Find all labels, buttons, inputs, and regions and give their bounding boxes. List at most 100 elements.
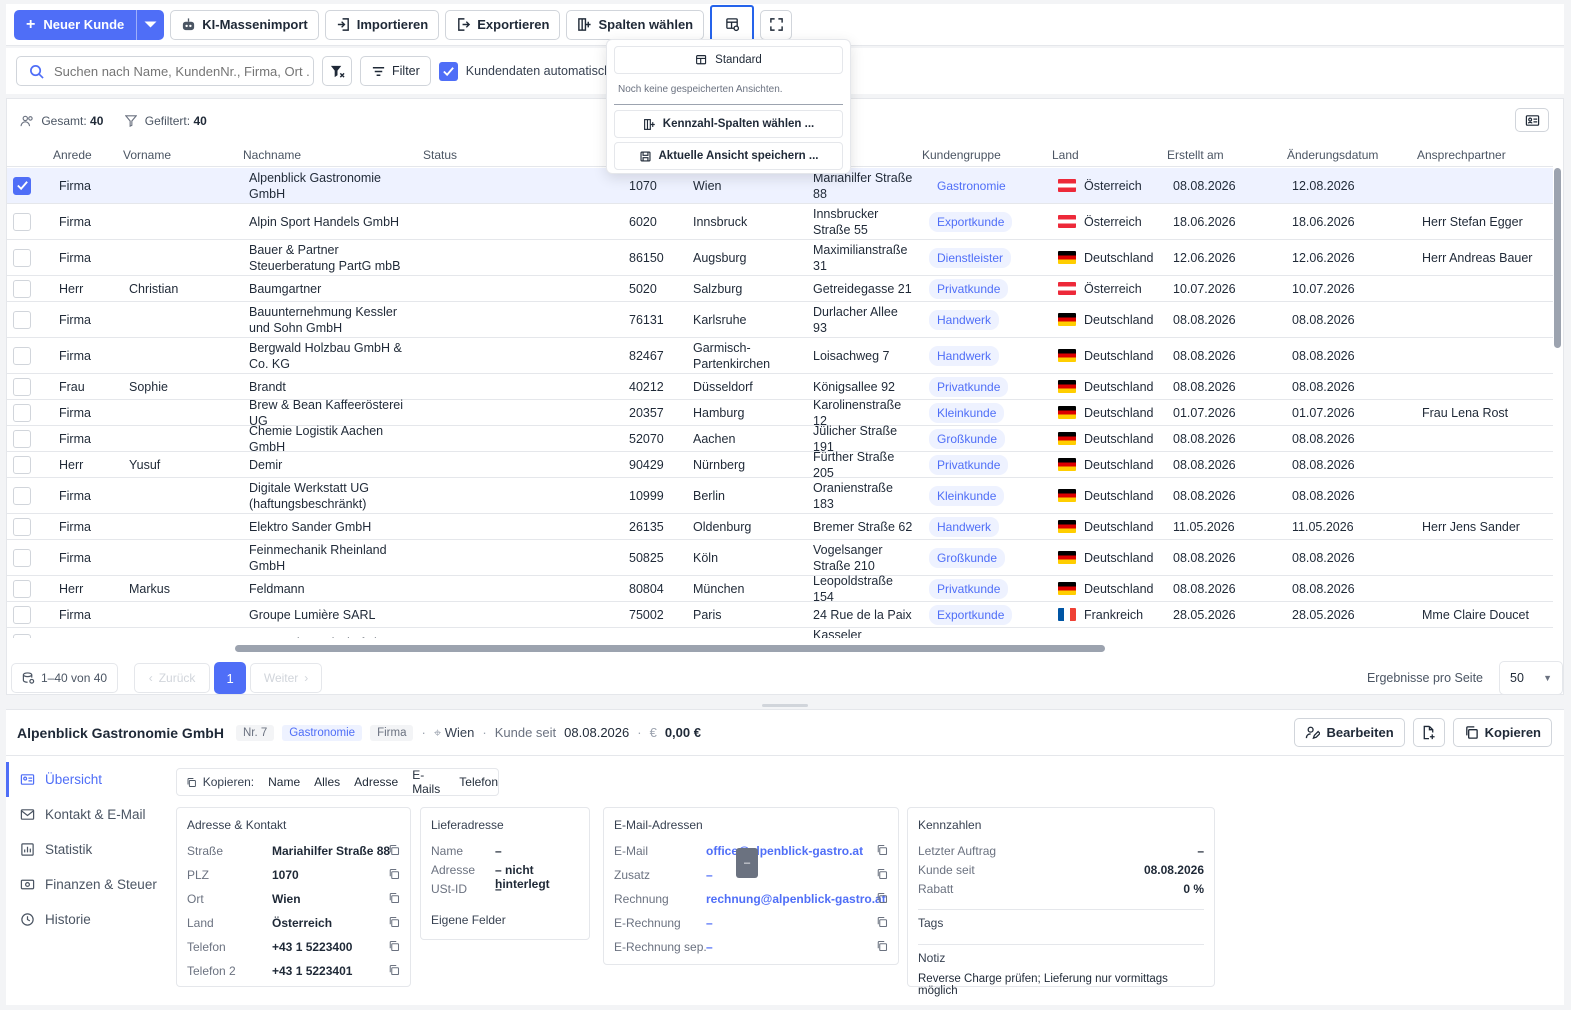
new-document-button[interactable] [1412, 718, 1445, 747]
table-row[interactable]: Firma Feinmechanik Rheinland GmbH 50825 Köl… [7, 540, 1553, 576]
table-row[interactable]: Firma Groupe Lumière SARL 75002 Paris 24 Rue… [7, 602, 1553, 628]
copy-field-button[interactable] [388, 892, 400, 907]
copy-icon[interactable] [388, 940, 400, 952]
nav-contact-email[interactable]: Kontakt & E-Mail [6, 797, 166, 832]
row-checkbox[interactable] [13, 548, 31, 567]
column-header-7[interactable]: Änderungsdatum [1287, 148, 1378, 162]
new-customer-button[interactable]: + Neuer Kunde [14, 9, 165, 40]
copy-field-button[interactable] [388, 940, 400, 955]
table-row[interactable]: Firma Digitale Werkstatt UG (haftungsbesc… [7, 478, 1553, 514]
export-button[interactable]: Exportieren [445, 9, 561, 40]
nav-history[interactable]: Historie [6, 902, 166, 937]
row-checkbox[interactable] [13, 403, 31, 422]
copy-field-button[interactable] [876, 940, 888, 955]
copy-alles-button[interactable]: Alles [314, 775, 340, 789]
table-row[interactable]: Firma Alpin Sport Handels GmbH 6020 Innsbru… [7, 204, 1553, 240]
next-page-button[interactable]: Weiter › [250, 663, 323, 693]
table-row[interactable]: Firma Bauunternehmung Kessler und Sohn Gm… [7, 302, 1553, 338]
column-header-4[interactable]: Kundengruppe [922, 148, 1001, 162]
row-checkbox[interactable] [13, 176, 31, 195]
copy-field-button[interactable] [388, 868, 400, 883]
copy-field-button[interactable] [876, 916, 888, 931]
page-1-button[interactable]: 1 [214, 662, 247, 694]
search-input[interactable] [54, 63, 309, 79]
column-header-2[interactable]: Nachname [243, 148, 301, 162]
row-checkbox[interactable] [13, 633, 31, 638]
import-button[interactable]: Importieren [324, 9, 440, 40]
table-row[interactable]: Firma Brew & Bean Kaffeerösterei UG 20357 H… [7, 398, 1553, 428]
vertical-scrollbar[interactable] [1554, 168, 1561, 348]
column-header-1[interactable]: Vorname [123, 148, 171, 162]
horizontal-scrollbar[interactable] [235, 645, 1105, 652]
copy-customer-button[interactable]: Kopieren [1452, 718, 1552, 747]
copy-field-button[interactable] [388, 916, 400, 931]
divider [918, 944, 1204, 945]
copy-name-button[interactable]: Name [268, 775, 300, 789]
copy-icon[interactable] [388, 844, 400, 856]
per-page-select[interactable]: 50 ▼ [1499, 661, 1563, 695]
row-checkbox[interactable] [13, 517, 31, 536]
row-checkbox[interactable] [13, 486, 31, 505]
field-value[interactable]: rechnung@alpenblick-gastro.at [706, 892, 886, 906]
copy-icon[interactable] [876, 892, 888, 904]
table-row[interactable]: Grünwerk Landschaftsbau Kasseler Landstra… [7, 628, 1553, 638]
table-row[interactable]: Firma Bauer & Partner Steuerberatung Part… [7, 240, 1553, 276]
row-checkbox[interactable] [13, 248, 31, 267]
nav-overview[interactable]: Übersicht [6, 762, 166, 797]
row-checkbox[interactable] [13, 346, 31, 365]
row-checkbox[interactable] [13, 605, 31, 624]
copy-field-button[interactable] [388, 844, 400, 859]
table-row[interactable]: Herr Markus Feldmann 80804 München Leopoldstr… [7, 574, 1553, 604]
copy-icon[interactable] [388, 964, 400, 976]
copy-icon[interactable] [876, 868, 888, 880]
row-checkbox[interactable] [13, 310, 31, 329]
choose-columns-button[interactable]: Spalten wählen [566, 9, 705, 40]
row-checkbox[interactable] [13, 377, 31, 396]
table-row[interactable]: Herr Christian Baumgartner 5020 Salzburg Getr… [7, 276, 1553, 302]
filter-button[interactable]: Filter [360, 56, 431, 86]
copy-emails-button[interactable]: E-Mails [412, 768, 445, 796]
nav-statistics[interactable]: Statistik [6, 832, 166, 867]
nav-finance-tax[interactable]: Finanzen & Steuer [6, 867, 166, 902]
table-row[interactable]: Frau Sophie Brandt 40212 Düsseldorf Königsall… [7, 374, 1553, 400]
kpi-columns-option[interactable]: Kennzahl-Spalten wählen ... [614, 110, 843, 138]
copy-icon[interactable] [388, 916, 400, 928]
column-header-3[interactable]: Status [423, 148, 457, 162]
column-header-6[interactable]: Erstellt am [1167, 148, 1224, 162]
field-value[interactable]: office@alpenblick-gastro.at [706, 844, 863, 858]
table-row[interactable]: Firma Bergwald Holzbau GmbH & Co. KG 82467… [7, 338, 1553, 374]
row-checkbox[interactable] [13, 429, 31, 448]
copy-field-button[interactable] [876, 868, 888, 883]
ai-import-button[interactable]: KI-Massenimport [170, 9, 319, 40]
copy-icon[interactable] [388, 892, 400, 904]
fullscreen-button[interactable] [760, 9, 793, 40]
clear-filter-button[interactable] [322, 56, 352, 86]
copy-telefon-button[interactable]: Telefon [459, 775, 498, 789]
copy-adresse-button[interactable]: Adresse [354, 775, 398, 789]
prev-page-button[interactable]: ‹ Zurück [134, 663, 211, 693]
copy-icon[interactable] [876, 940, 888, 952]
copy-icon[interactable] [876, 916, 888, 928]
table-row[interactable]: Herr Yusuf Demir 90429 Nürnberg Fürther Straß… [7, 450, 1553, 480]
column-header-5[interactable]: Land [1052, 148, 1079, 162]
row-checkbox[interactable] [13, 579, 31, 598]
table-row[interactable]: Firma Chemie Logistik Aachen GmbH 52070 Aac… [7, 424, 1553, 454]
copy-field-button[interactable] [876, 844, 888, 859]
table-row[interactable]: Firma Elektro Sander GmbH 26135 Oldenburg Br… [7, 514, 1553, 540]
panel-resize-handle[interactable] [762, 704, 808, 707]
row-checkbox[interactable] [13, 455, 31, 474]
autofill-checkbox[interactable] [438, 61, 458, 81]
chevron-down-icon[interactable] [136, 9, 164, 40]
column-header-0[interactable]: Anrede [53, 148, 92, 162]
copy-field-button[interactable] [876, 892, 888, 907]
copy-icon[interactable] [388, 868, 400, 880]
row-checkbox[interactable] [13, 212, 31, 231]
save-view-option[interactable]: Aktuelle Ansicht speichern ... [614, 142, 843, 170]
copy-icon[interactable] [876, 844, 888, 856]
column-header-8[interactable]: Ansprechpartner [1417, 148, 1506, 162]
edit-button[interactable]: Bearbeiten [1294, 718, 1405, 747]
standard-view-option[interactable]: Standard [614, 46, 843, 74]
row-checkbox[interactable] [13, 279, 31, 298]
card-view-button[interactable] [1515, 108, 1549, 132]
copy-field-button[interactable] [388, 964, 400, 979]
